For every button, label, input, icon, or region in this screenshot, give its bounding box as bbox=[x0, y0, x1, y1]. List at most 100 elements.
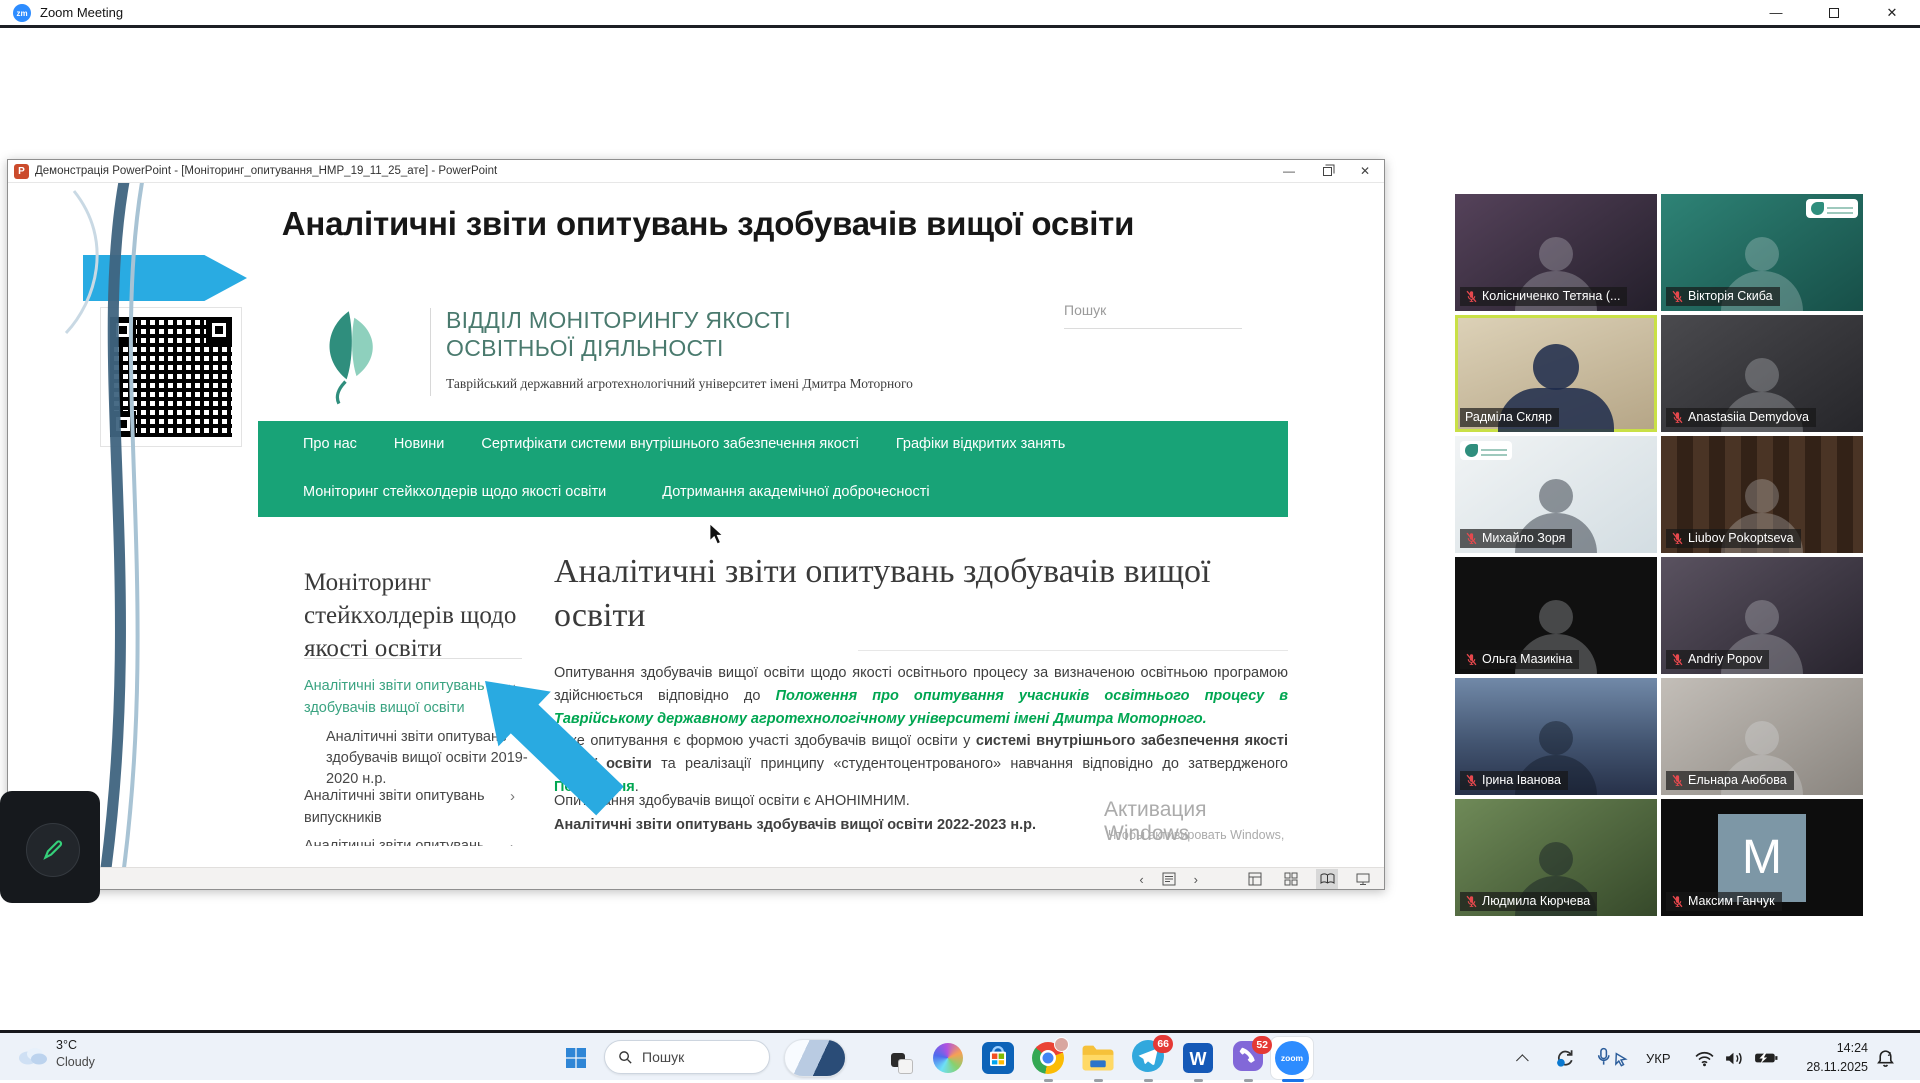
ppt-close-button[interactable]: ✕ bbox=[1346, 160, 1384, 182]
reading-view-button[interactable] bbox=[1316, 869, 1338, 889]
muted-mic-icon bbox=[1465, 290, 1478, 303]
clock[interactable]: 14:24 28.11.2025 bbox=[1788, 1039, 1868, 1077]
powerpoint-app-icon: P bbox=[14, 164, 29, 179]
zoom-window-title: Zoom Meeting bbox=[40, 5, 123, 20]
university-logo bbox=[296, 298, 406, 408]
notes-button[interactable] bbox=[1158, 869, 1180, 889]
running-indicator bbox=[1194, 1079, 1203, 1082]
chrome-button[interactable] bbox=[1028, 1038, 1068, 1078]
close-button[interactable]: ✕ bbox=[1864, 0, 1920, 25]
widgets-button[interactable] bbox=[784, 1039, 846, 1077]
muted-mic-icon bbox=[1465, 895, 1478, 908]
annotation-toolbar bbox=[0, 791, 100, 903]
site-search-placeholder: Пошук bbox=[1064, 302, 1106, 318]
site-search-underline bbox=[1064, 328, 1242, 329]
word-icon: W bbox=[1183, 1043, 1213, 1073]
slideshow-button[interactable] bbox=[1352, 869, 1374, 889]
nav-certificates: Сертифікати системи внутрішнього забезпе… bbox=[481, 436, 859, 452]
wifi-tray-icon[interactable] bbox=[1694, 1033, 1715, 1083]
participant-name: Ірина Іванова bbox=[1482, 773, 1561, 787]
battery-tray-icon[interactable] bbox=[1754, 1033, 1778, 1083]
maximize-button[interactable] bbox=[1806, 0, 1862, 25]
sidebar-link-partial: Аналітичні звіти опитувань bbox=[304, 838, 509, 846]
participant-name: Ольга Мазикіна bbox=[1482, 652, 1572, 666]
annotate-pen-button[interactable] bbox=[26, 823, 80, 877]
weather-condition: Cloudy bbox=[56, 1054, 95, 1071]
participant-name: Anastasiia Demydova bbox=[1688, 410, 1809, 424]
chevron-down-icon: › bbox=[504, 684, 521, 689]
running-indicator bbox=[1144, 1079, 1153, 1082]
start-button[interactable] bbox=[556, 1038, 596, 1078]
cyan-banner-arrow bbox=[83, 255, 247, 301]
word-button[interactable]: W bbox=[1178, 1038, 1218, 1078]
participant-name: Людмила Кюрчева bbox=[1482, 894, 1590, 908]
file-explorer-button[interactable] bbox=[1078, 1038, 1118, 1078]
powerpoint-statusbar: Слайд 20 з 24 ‹ › bbox=[8, 867, 1384, 889]
tray-expand-button[interactable] bbox=[1520, 1033, 1529, 1083]
university-logo-chip bbox=[1806, 199, 1858, 218]
participant-name: Liubov Pokoptseva bbox=[1688, 531, 1794, 545]
folder-icon bbox=[1081, 1044, 1115, 1072]
nav-monitoring: Моніторинг стейкхолдерів щодо якості осв… bbox=[303, 484, 606, 500]
participant-tile-10[interactable]: Ельнара Аюбова bbox=[1661, 678, 1863, 795]
tray-time: 14:24 bbox=[1788, 1039, 1868, 1058]
participant-name: Колісниченко Тетяна (... bbox=[1482, 289, 1620, 303]
viber-button[interactable]: 52 bbox=[1228, 1038, 1268, 1078]
participant-tile-9[interactable]: Ірина Іванова bbox=[1455, 678, 1657, 795]
participant-tile-7[interactable]: Ольга Мазикіна bbox=[1455, 557, 1657, 674]
zoom-taskbar-button[interactable]: zoom bbox=[1270, 1036, 1314, 1080]
ppt-restore-button[interactable] bbox=[1308, 160, 1346, 182]
muted-mic-icon bbox=[1671, 411, 1684, 424]
muted-mic-icon bbox=[1671, 774, 1684, 787]
participant-tile-4[interactable]: Anastasiia Demydova bbox=[1661, 315, 1863, 432]
volume-tray-icon[interactable] bbox=[1724, 1033, 1745, 1083]
mic-location-tray-icons[interactable] bbox=[1596, 1033, 1630, 1083]
p2-text1: Таке опитування є формою участі здобувач… bbox=[554, 733, 976, 749]
participant-name-label: Andriy Popov bbox=[1666, 650, 1769, 669]
tray-date: 28.11.2025 bbox=[1788, 1058, 1868, 1077]
website-screenshot: ВІДДІЛ МОНІТОРИНГУ ЯКОСТІ ОСВІТНЬОЇ ДІЯЛ… bbox=[258, 290, 1288, 846]
muted-mic-icon bbox=[1465, 774, 1478, 787]
logo-text-lines bbox=[1481, 446, 1507, 456]
slide-sorter-button[interactable] bbox=[1280, 869, 1302, 889]
participant-name-label: Максим Ганчук bbox=[1666, 892, 1782, 911]
p2-text2: та реалізації принципу «студентоцентрова… bbox=[652, 756, 1288, 772]
muted-mic-icon bbox=[1465, 532, 1478, 545]
muted-mic-icon bbox=[1671, 290, 1684, 303]
powerpoint-titlebar: P Демонстрація PowerPoint - [Моніторинг_… bbox=[8, 160, 1384, 183]
ppt-minimize-button[interactable]: — bbox=[1270, 160, 1308, 182]
leaf-icon bbox=[1811, 202, 1824, 215]
participant-tile-6[interactable]: Liubov Pokoptseva bbox=[1661, 436, 1863, 553]
taskbar-search[interactable]: Пошук bbox=[604, 1040, 770, 1074]
participant-tile-11[interactable]: Людмила Кюрчева bbox=[1455, 799, 1657, 916]
weather-widget[interactable]: 3°CCloudy bbox=[14, 1037, 95, 1071]
participant-tile-12[interactable]: M Максим Ганчук bbox=[1661, 799, 1863, 916]
running-indicator bbox=[1094, 1079, 1103, 1082]
sidebar-sublink-2019-2020: Аналітичні звіти опитувань здобувачів ви… bbox=[326, 727, 534, 790]
participant-tile-1[interactable]: Колісниченко Тетяна (... bbox=[1455, 194, 1657, 311]
normal-view-button[interactable] bbox=[1244, 869, 1266, 889]
university-logo-chip bbox=[1460, 441, 1512, 460]
sync-tray-icon[interactable] bbox=[1554, 1033, 1576, 1083]
participant-tile-3[interactable]: Радміла Скляр bbox=[1455, 315, 1657, 432]
microsoft-store-button[interactable] bbox=[978, 1038, 1018, 1078]
participant-name: Михайло Зоря bbox=[1482, 531, 1565, 545]
powerpoint-window-title: Демонстрація PowerPoint - [Моніторинг_оп… bbox=[35, 165, 497, 177]
zoom-app-taskbar-icon: zoom bbox=[1275, 1041, 1309, 1075]
previous-slide-button[interactable]: ‹ bbox=[1139, 872, 1143, 887]
task-view-button[interactable] bbox=[878, 1038, 918, 1078]
notifications-bell-icon[interactable]: z bbox=[1876, 1033, 1895, 1083]
cloud-icon bbox=[14, 1041, 50, 1067]
copilot-button[interactable] bbox=[928, 1038, 968, 1078]
chrome-profile-avatar bbox=[1054, 1037, 1069, 1052]
language-indicator[interactable]: УКР bbox=[1646, 1033, 1671, 1083]
nav-integrity: Дотримання академічної доброчесності bbox=[662, 484, 929, 500]
search-icon bbox=[618, 1050, 633, 1065]
participant-tile-5[interactable]: Михайло Зоря bbox=[1455, 436, 1657, 553]
next-slide-button[interactable]: › bbox=[1194, 872, 1198, 887]
participant-tile-8[interactable]: Andriy Popov bbox=[1661, 557, 1863, 674]
telegram-button[interactable]: 66 bbox=[1128, 1038, 1168, 1078]
taskbar: 3°CCloudy Пошук 66 W 52 zoom bbox=[0, 1030, 1920, 1080]
minimize-button[interactable]: — bbox=[1748, 0, 1804, 25]
participant-tile-2[interactable]: Вікторія Скиба bbox=[1661, 194, 1863, 311]
